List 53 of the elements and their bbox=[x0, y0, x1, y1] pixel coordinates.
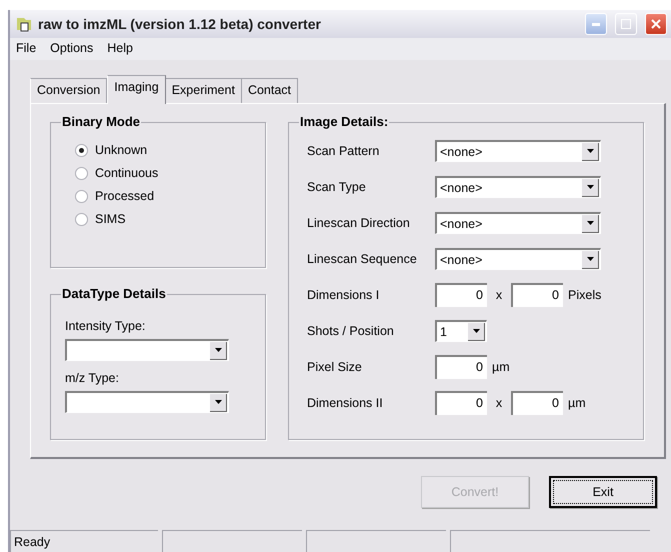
field-label: Linescan Sequence bbox=[307, 252, 418, 266]
radio-button[interactable] bbox=[75, 212, 88, 226]
input-field[interactable]: 0 bbox=[511, 283, 563, 307]
group-title: Binary Mode bbox=[61, 114, 142, 129]
radio-button[interactable] bbox=[75, 144, 88, 156]
radio-label: Continuous bbox=[95, 166, 158, 180]
tab[interactable]: Conversion bbox=[30, 78, 108, 103]
close-icon bbox=[651, 19, 661, 29]
radio-label: Processed bbox=[95, 189, 154, 203]
field-label: Dimensions I bbox=[307, 288, 380, 302]
tab[interactable]: Imaging bbox=[107, 75, 166, 104]
radio-button[interactable] bbox=[75, 166, 88, 180]
app-icon bbox=[16, 16, 32, 32]
status-text: Ready bbox=[10, 530, 158, 552]
window-title: raw to imzML (version 1.12 beta) converter bbox=[38, 16, 322, 32]
minimize-icon bbox=[592, 22, 600, 26]
dropdown[interactable]: <none> bbox=[435, 140, 601, 162]
separator-label: x bbox=[494, 396, 504, 410]
dropdown[interactable]: <none> bbox=[435, 212, 601, 234]
field-label: Scan Pattern bbox=[307, 144, 380, 158]
field-label: Linescan Direction bbox=[307, 216, 411, 230]
dropdown[interactable] bbox=[65, 339, 229, 361]
group-title: DataType Details bbox=[61, 286, 167, 301]
menu-item[interactable]: File bbox=[16, 41, 36, 57]
menu-item[interactable]: Options bbox=[50, 41, 94, 57]
dropdown[interactable]: 1 bbox=[435, 320, 487, 342]
separator-label: x bbox=[494, 288, 504, 302]
maximize-icon bbox=[621, 19, 631, 29]
radio-button[interactable] bbox=[75, 190, 88, 202]
tab[interactable]: Experiment bbox=[166, 78, 242, 103]
group-title: Image Details: bbox=[299, 114, 390, 129]
radio-label: SIMS bbox=[95, 212, 126, 226]
close-button[interactable] bbox=[645, 13, 667, 35]
unit-label: µm bbox=[492, 360, 510, 374]
menu-item[interactable]: Help bbox=[107, 41, 133, 57]
field-label: Shots / Position bbox=[307, 324, 395, 338]
unit-label: µm bbox=[568, 396, 586, 410]
radio-label: Unknown bbox=[95, 143, 148, 157]
input-field[interactable]: 0 bbox=[435, 283, 487, 307]
input-field[interactable]: 0 bbox=[435, 355, 487, 379]
action-button[interactable]: Exit bbox=[549, 476, 657, 508]
unit-label: Pixels bbox=[568, 288, 602, 302]
dropdown[interactable]: <none> bbox=[435, 176, 601, 198]
tab[interactable]: Contact bbox=[242, 78, 298, 103]
dropdown[interactable]: <none> bbox=[435, 248, 601, 270]
field-label: Dimensions II bbox=[307, 396, 384, 410]
field-label: Scan Type bbox=[307, 180, 367, 194]
input-field[interactable]: 0 bbox=[435, 391, 487, 415]
field-label: m/z Type: bbox=[65, 371, 120, 385]
input-field[interactable]: 0 bbox=[511, 391, 563, 415]
field-label: Pixel Size bbox=[307, 360, 363, 374]
dropdown[interactable] bbox=[65, 391, 229, 413]
field-label: Intensity Type: bbox=[65, 319, 146, 333]
